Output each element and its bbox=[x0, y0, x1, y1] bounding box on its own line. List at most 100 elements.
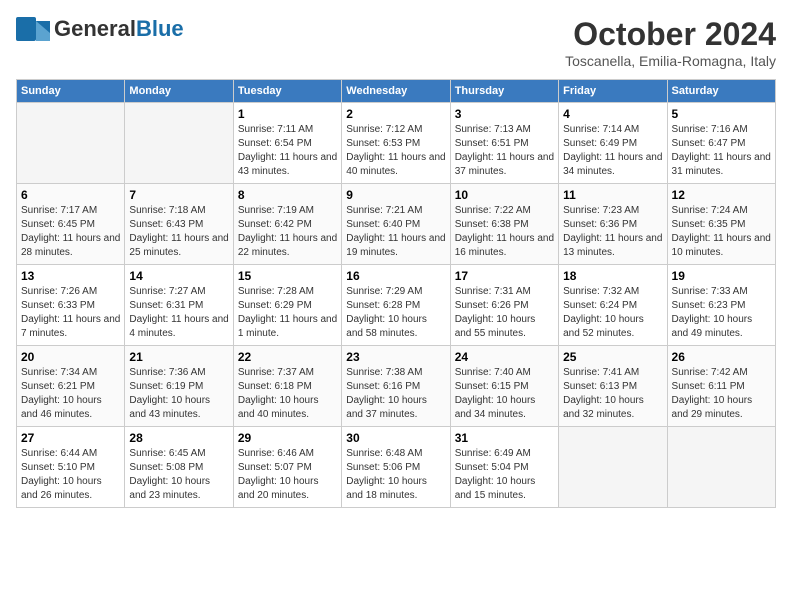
day-number: 19 bbox=[672, 269, 771, 283]
day-detail: Sunrise: 7:40 AMSunset: 6:15 PMDaylight:… bbox=[455, 366, 554, 422]
day-detail: Sunrise: 7:14 AMSunset: 6:49 PMDaylight:… bbox=[563, 123, 662, 179]
day-number: 24 bbox=[455, 350, 554, 364]
day-detail: Sunrise: 7:33 AMSunset: 6:23 PMDaylight:… bbox=[672, 285, 771, 341]
calendar-cell: 24 Sunrise: 7:40 AMSunset: 6:15 PMDaylig… bbox=[450, 346, 558, 427]
day-number: 17 bbox=[455, 269, 554, 283]
day-number: 22 bbox=[238, 350, 337, 364]
day-detail: Sunrise: 7:24 AMSunset: 6:35 PMDaylight:… bbox=[672, 204, 771, 260]
weekday-header: Saturday bbox=[667, 80, 775, 103]
calendar-cell: 15 Sunrise: 7:28 AMSunset: 6:29 PMDaylig… bbox=[233, 265, 341, 346]
day-detail: Sunrise: 7:17 AMSunset: 6:45 PMDaylight:… bbox=[21, 204, 120, 260]
day-number: 14 bbox=[129, 269, 228, 283]
title-section: October 2024 Toscanella, Emilia-Romagna,… bbox=[565, 16, 776, 69]
calendar-cell: 22 Sunrise: 7:37 AMSunset: 6:18 PMDaylig… bbox=[233, 346, 341, 427]
day-number: 6 bbox=[21, 188, 120, 202]
calendar-cell: 6 Sunrise: 7:17 AMSunset: 6:45 PMDayligh… bbox=[17, 184, 125, 265]
weekday-header: Friday bbox=[559, 80, 667, 103]
day-number: 21 bbox=[129, 350, 228, 364]
location: Toscanella, Emilia-Romagna, Italy bbox=[565, 53, 776, 69]
calendar-week-row: 27 Sunrise: 6:44 AMSunset: 5:10 PMDaylig… bbox=[17, 427, 776, 508]
day-detail: Sunrise: 7:27 AMSunset: 6:31 PMDaylight:… bbox=[129, 285, 228, 341]
calendar-cell: 30 Sunrise: 6:48 AMSunset: 5:06 PMDaylig… bbox=[342, 427, 450, 508]
calendar-cell bbox=[125, 103, 233, 184]
calendar-cell: 8 Sunrise: 7:19 AMSunset: 6:42 PMDayligh… bbox=[233, 184, 341, 265]
day-detail: Sunrise: 6:45 AMSunset: 5:08 PMDaylight:… bbox=[129, 447, 228, 503]
logo-text: GeneralBlue bbox=[54, 16, 184, 42]
calendar-cell: 7 Sunrise: 7:18 AMSunset: 6:43 PMDayligh… bbox=[125, 184, 233, 265]
calendar-cell bbox=[559, 427, 667, 508]
day-detail: Sunrise: 7:23 AMSunset: 6:36 PMDaylight:… bbox=[563, 204, 662, 260]
day-number: 3 bbox=[455, 107, 554, 121]
month-title: October 2024 bbox=[565, 16, 776, 53]
calendar-cell: 13 Sunrise: 7:26 AMSunset: 6:33 PMDaylig… bbox=[17, 265, 125, 346]
day-detail: Sunrise: 7:12 AMSunset: 6:53 PMDaylight:… bbox=[346, 123, 445, 179]
calendar-cell bbox=[17, 103, 125, 184]
calendar-cell: 1 Sunrise: 7:11 AMSunset: 6:54 PMDayligh… bbox=[233, 103, 341, 184]
day-detail: Sunrise: 7:34 AMSunset: 6:21 PMDaylight:… bbox=[21, 366, 120, 422]
day-number: 20 bbox=[21, 350, 120, 364]
weekday-header-row: SundayMondayTuesdayWednesdayThursdayFrid… bbox=[17, 80, 776, 103]
day-detail: Sunrise: 7:19 AMSunset: 6:42 PMDaylight:… bbox=[238, 204, 337, 260]
day-detail: Sunrise: 7:28 AMSunset: 6:29 PMDaylight:… bbox=[238, 285, 337, 341]
calendar-cell: 14 Sunrise: 7:27 AMSunset: 6:31 PMDaylig… bbox=[125, 265, 233, 346]
calendar-cell: 5 Sunrise: 7:16 AMSunset: 6:47 PMDayligh… bbox=[667, 103, 775, 184]
day-number: 8 bbox=[238, 188, 337, 202]
day-number: 4 bbox=[563, 107, 662, 121]
day-number: 10 bbox=[455, 188, 554, 202]
calendar-cell: 20 Sunrise: 7:34 AMSunset: 6:21 PMDaylig… bbox=[17, 346, 125, 427]
weekday-header: Monday bbox=[125, 80, 233, 103]
day-number: 25 bbox=[563, 350, 662, 364]
calendar-cell: 12 Sunrise: 7:24 AMSunset: 6:35 PMDaylig… bbox=[667, 184, 775, 265]
calendar-cell: 9 Sunrise: 7:21 AMSunset: 6:40 PMDayligh… bbox=[342, 184, 450, 265]
day-number: 13 bbox=[21, 269, 120, 283]
calendar-week-row: 1 Sunrise: 7:11 AMSunset: 6:54 PMDayligh… bbox=[17, 103, 776, 184]
weekday-header: Thursday bbox=[450, 80, 558, 103]
calendar-cell bbox=[667, 427, 775, 508]
day-detail: Sunrise: 7:16 AMSunset: 6:47 PMDaylight:… bbox=[672, 123, 771, 179]
calendar-cell: 26 Sunrise: 7:42 AMSunset: 6:11 PMDaylig… bbox=[667, 346, 775, 427]
day-number: 26 bbox=[672, 350, 771, 364]
day-number: 23 bbox=[346, 350, 445, 364]
logo-icon bbox=[16, 17, 50, 41]
calendar-cell: 27 Sunrise: 6:44 AMSunset: 5:10 PMDaylig… bbox=[17, 427, 125, 508]
day-detail: Sunrise: 6:46 AMSunset: 5:07 PMDaylight:… bbox=[238, 447, 337, 503]
day-detail: Sunrise: 7:21 AMSunset: 6:40 PMDaylight:… bbox=[346, 204, 445, 260]
day-detail: Sunrise: 7:36 AMSunset: 6:19 PMDaylight:… bbox=[129, 366, 228, 422]
calendar-cell: 11 Sunrise: 7:23 AMSunset: 6:36 PMDaylig… bbox=[559, 184, 667, 265]
calendar-week-row: 13 Sunrise: 7:26 AMSunset: 6:33 PMDaylig… bbox=[17, 265, 776, 346]
day-number: 2 bbox=[346, 107, 445, 121]
day-number: 7 bbox=[129, 188, 228, 202]
calendar-week-row: 6 Sunrise: 7:17 AMSunset: 6:45 PMDayligh… bbox=[17, 184, 776, 265]
day-detail: Sunrise: 7:42 AMSunset: 6:11 PMDaylight:… bbox=[672, 366, 771, 422]
calendar-cell: 10 Sunrise: 7:22 AMSunset: 6:38 PMDaylig… bbox=[450, 184, 558, 265]
calendar-cell: 4 Sunrise: 7:14 AMSunset: 6:49 PMDayligh… bbox=[559, 103, 667, 184]
day-detail: Sunrise: 6:48 AMSunset: 5:06 PMDaylight:… bbox=[346, 447, 445, 503]
logo: GeneralBlue bbox=[16, 16, 184, 42]
day-detail: Sunrise: 7:11 AMSunset: 6:54 PMDaylight:… bbox=[238, 123, 337, 179]
day-detail: Sunrise: 7:26 AMSunset: 6:33 PMDaylight:… bbox=[21, 285, 120, 341]
calendar-cell: 28 Sunrise: 6:45 AMSunset: 5:08 PMDaylig… bbox=[125, 427, 233, 508]
day-number: 1 bbox=[238, 107, 337, 121]
day-number: 11 bbox=[563, 188, 662, 202]
day-detail: Sunrise: 7:22 AMSunset: 6:38 PMDaylight:… bbox=[455, 204, 554, 260]
day-detail: Sunrise: 7:41 AMSunset: 6:13 PMDaylight:… bbox=[563, 366, 662, 422]
day-number: 27 bbox=[21, 431, 120, 445]
day-detail: Sunrise: 7:29 AMSunset: 6:28 PMDaylight:… bbox=[346, 285, 445, 341]
day-detail: Sunrise: 6:49 AMSunset: 5:04 PMDaylight:… bbox=[455, 447, 554, 503]
calendar-cell: 31 Sunrise: 6:49 AMSunset: 5:04 PMDaylig… bbox=[450, 427, 558, 508]
day-number: 15 bbox=[238, 269, 337, 283]
calendar-cell: 16 Sunrise: 7:29 AMSunset: 6:28 PMDaylig… bbox=[342, 265, 450, 346]
day-detail: Sunrise: 7:38 AMSunset: 6:16 PMDaylight:… bbox=[346, 366, 445, 422]
day-number: 16 bbox=[346, 269, 445, 283]
day-number: 30 bbox=[346, 431, 445, 445]
calendar-cell: 21 Sunrise: 7:36 AMSunset: 6:19 PMDaylig… bbox=[125, 346, 233, 427]
day-number: 5 bbox=[672, 107, 771, 121]
day-detail: Sunrise: 7:37 AMSunset: 6:18 PMDaylight:… bbox=[238, 366, 337, 422]
calendar-week-row: 20 Sunrise: 7:34 AMSunset: 6:21 PMDaylig… bbox=[17, 346, 776, 427]
calendar-cell: 23 Sunrise: 7:38 AMSunset: 6:16 PMDaylig… bbox=[342, 346, 450, 427]
day-number: 18 bbox=[563, 269, 662, 283]
page-header: GeneralBlue October 2024 Toscanella, Emi… bbox=[16, 16, 776, 69]
calendar-table: SundayMondayTuesdayWednesdayThursdayFrid… bbox=[16, 79, 776, 508]
calendar-cell: 3 Sunrise: 7:13 AMSunset: 6:51 PMDayligh… bbox=[450, 103, 558, 184]
weekday-header: Wednesday bbox=[342, 80, 450, 103]
